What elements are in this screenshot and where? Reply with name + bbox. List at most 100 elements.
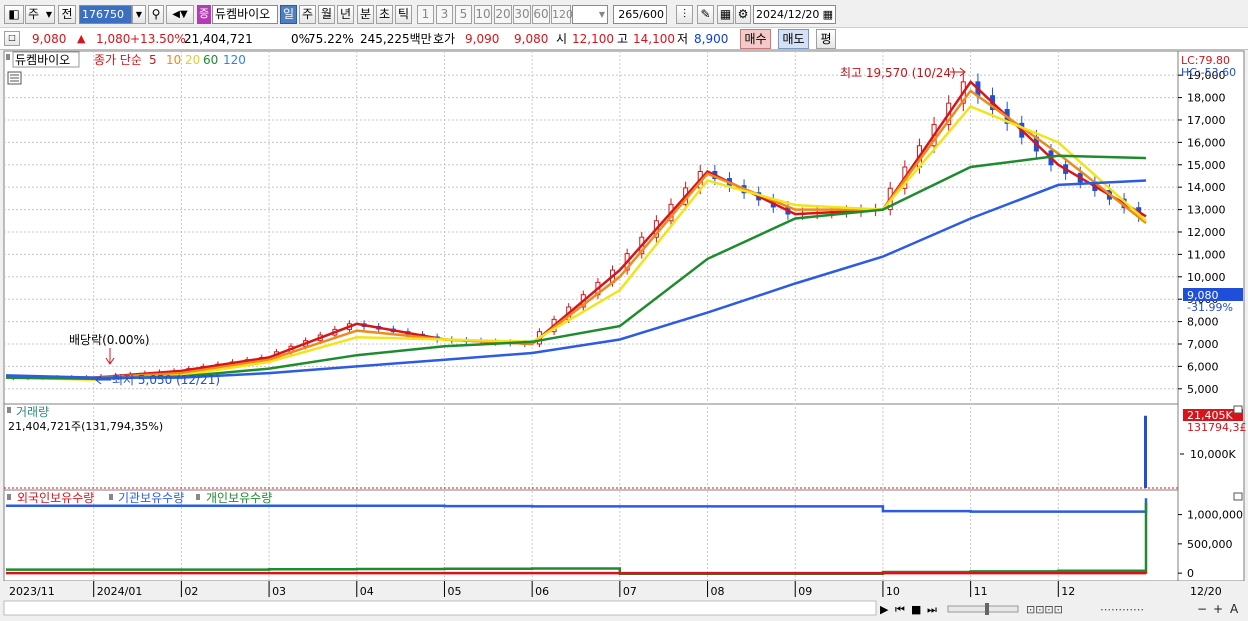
zoom-slider-thumb[interactable] [985, 603, 989, 615]
chart-toolbar: ◧ 주 ▼ 전 176750 ▼ ⚲ ◀▼ 증 듀켐바이오 일 주 월 년 분 초… [0, 0, 1248, 28]
high-price: 14,100 [633, 32, 675, 46]
legend-marker [6, 54, 10, 60]
holdings-line-foreign [6, 571, 1148, 575]
legend-ma-prefix: 종가 단순 [94, 53, 142, 67]
up-arrow-icon: ▲ [77, 32, 86, 45]
quote-bar: □ 9,080 ▲ 1,080 +13.50% 21,404,721 0% 75… [0, 28, 1248, 50]
x-tick-label: 2024/01 [97, 585, 143, 598]
price-change-pct: +13.50% [130, 32, 186, 46]
zoom-out-icon[interactable]: − [1197, 602, 1207, 616]
price-chart[interactable]: 5,0006,0007,0008,0009,00010,00011,00012,… [0, 50, 1248, 621]
tools-icon[interactable]: ⊡⊡⊡⊡ [1026, 603, 1063, 616]
y-tick-label: 8,000 [1187, 316, 1219, 329]
interval-20[interactable]: 20 [494, 5, 512, 24]
gear-icon[interactable]: ⚙ [735, 5, 751, 24]
tab-week[interactable]: 주 [299, 5, 316, 24]
close-icon[interactable] [1233, 405, 1243, 414]
low-price: 8,900 [694, 32, 729, 46]
custom-interval-input[interactable]: ▼ [572, 5, 608, 24]
stock-code-input[interactable]: 176750 [79, 5, 132, 24]
x-tick-label: 06 [535, 585, 549, 598]
x-tick-label: 07 [623, 585, 637, 598]
legend-individual: 개인보유수량 [206, 491, 272, 505]
interval-10[interactable]: 10 [474, 5, 492, 24]
y-tick-label: 15,000 [1187, 159, 1226, 172]
high-annotation: 최고 19,570 (10/24) [840, 66, 956, 80]
y-tick-label: 11,000 [1187, 248, 1226, 261]
eval-button[interactable]: 평 [816, 29, 836, 49]
hc-label: HC:-53.60 [1181, 66, 1236, 79]
y-tick-label: 12,000 [1187, 226, 1226, 239]
prev-button[interactable]: 전 [58, 5, 76, 24]
volume-legend-marker [7, 407, 11, 413]
code-dropdown-icon[interactable]: ▼ [132, 5, 146, 24]
ratio-2: 75.22% [308, 32, 354, 46]
open-price: 12,100 [572, 32, 614, 46]
holdings-legend-marker [109, 494, 113, 500]
zoom-slider[interactable] [947, 605, 1019, 613]
chevron-down-icon: ▼ [598, 10, 605, 19]
tab-tick[interactable]: 틱 [395, 5, 412, 24]
candle-type-icon[interactable]: ⫶ [676, 5, 693, 24]
horizontal-scrollbar[interactable] [3, 600, 877, 616]
window-menu-icon[interactable]: ◧ [4, 5, 24, 24]
stock-name-field[interactable]: 듀켐바이오 [212, 5, 278, 24]
holdings-tick-label: 0 [1187, 567, 1194, 580]
x-tick-label: 09 [798, 585, 812, 598]
open-label: 시 [556, 32, 568, 46]
interval-30[interactable]: 30 [513, 5, 531, 24]
current-pct-label: -31.99% [1187, 301, 1233, 314]
expand-icon[interactable]: □ [4, 31, 20, 46]
draw-tools-icon[interactable]: ⋯⋯⋯⋯ [1100, 603, 1144, 616]
layout-icon[interactable]: ▦ [717, 5, 734, 24]
tab-second[interactable]: 초 [376, 5, 393, 24]
tab-year[interactable]: 년 [337, 5, 354, 24]
count-input[interactable]: 265/600 [613, 5, 667, 24]
tab-day[interactable]: 일 [280, 5, 297, 24]
volume-value: 21,404,721 [184, 32, 253, 46]
tab-month[interactable]: 월 [318, 5, 335, 24]
interval-120[interactable]: 120 [551, 5, 573, 24]
buy-button[interactable]: 매수 [740, 29, 771, 49]
volume-title: 거래량 [16, 405, 49, 419]
search-icon[interactable]: ⚲ [148, 5, 164, 24]
count-value: 265 [618, 8, 640, 21]
date-input[interactable]: 2024/12/20 ▦ [753, 5, 836, 24]
stop-icon[interactable]: ■ [911, 603, 921, 616]
y-tick-label: 5,000 [1187, 383, 1219, 396]
x-tick-label: 08 [711, 585, 725, 598]
dividend-annotation: 배당락(0.00%) [69, 333, 150, 347]
close-icon[interactable] [1233, 492, 1243, 501]
bid-label: 호가 [433, 32, 456, 46]
bid-price: 9,090 [465, 32, 500, 46]
scroll-end-icon[interactable]: ⏭ [927, 603, 937, 616]
scroll-start-icon[interactable]: ⏮ [895, 603, 905, 616]
interval-5[interactable]: 5 [455, 5, 472, 24]
x-tick-label: 11 [974, 585, 988, 598]
y-tick-label: 10,000 [1187, 271, 1226, 284]
volume-bar [1144, 415, 1147, 488]
y-tick-label: 16,000 [1187, 136, 1226, 149]
low-label: 저 [677, 32, 689, 46]
holdings-tick-label: 500,000 [1187, 538, 1233, 551]
tab-minute[interactable]: 분 [357, 5, 374, 24]
scroll-right-icon[interactable]: ▶ [880, 603, 889, 616]
x-tick-label: 2023/11 [9, 585, 55, 598]
date-value: 2024/12/20 [756, 8, 820, 21]
legend-ma20: 20 [185, 53, 200, 67]
interval-3[interactable]: 3 [436, 5, 453, 24]
prev-next-icon[interactable]: ◀▼ [166, 5, 194, 24]
holdings-legend-marker [196, 494, 200, 500]
y-tick-label: 6,000 [1187, 360, 1219, 373]
x-tick-label: 05 [447, 585, 461, 598]
interval-60[interactable]: 60 [532, 5, 550, 24]
interval-1[interactable]: 1 [417, 5, 434, 24]
period-select[interactable]: 주 ▼ [25, 5, 55, 24]
sell-button[interactable]: 매도 [778, 29, 809, 49]
legend-ma60: 60 [203, 53, 218, 67]
auto-scale-icon[interactable]: A [1230, 602, 1239, 616]
zoom-in-icon[interactable]: + [1213, 602, 1223, 616]
count-total: /600 [639, 8, 664, 21]
draw-tool-icon[interactable]: ✎ [697, 5, 714, 24]
volume-summary: 21,404,721주(131,794,35%) [8, 420, 163, 433]
